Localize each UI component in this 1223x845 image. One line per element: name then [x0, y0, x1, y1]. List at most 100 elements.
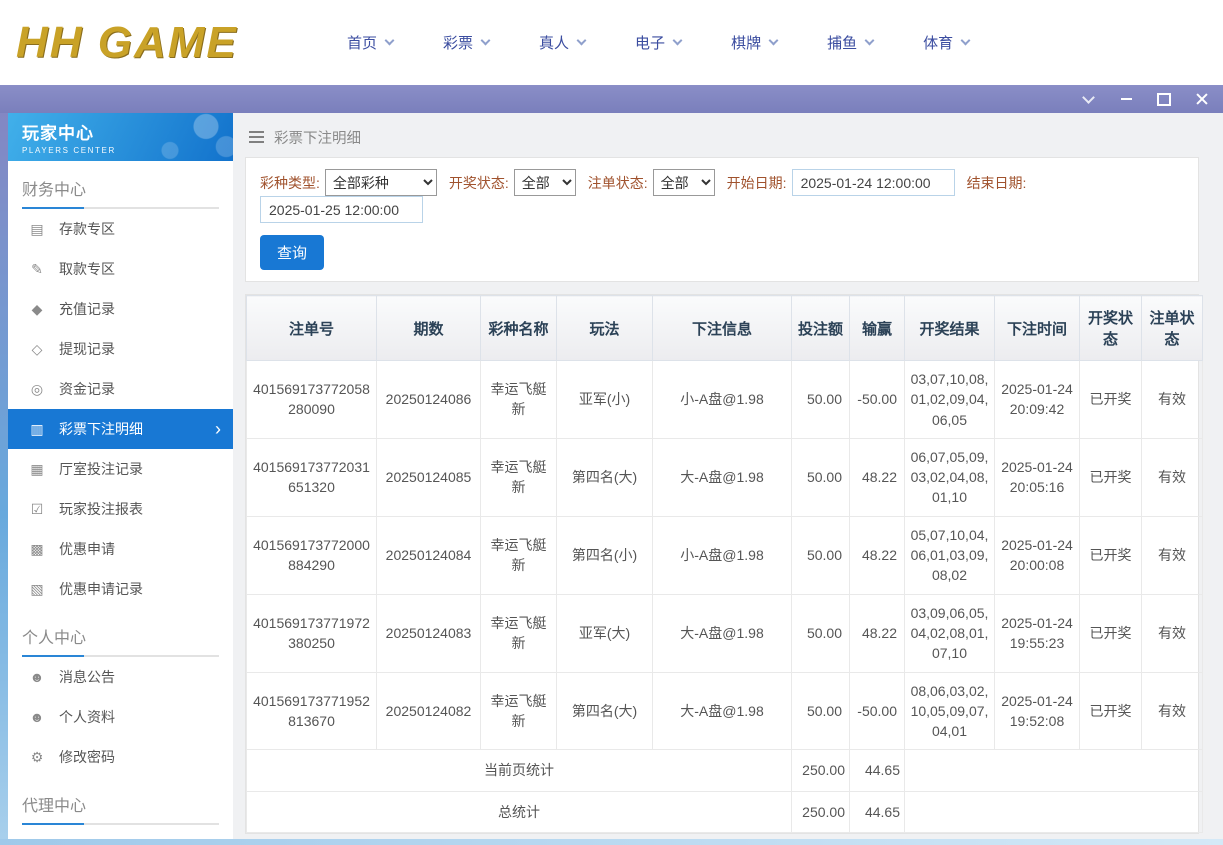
table-cell: 亚军(小) — [556, 360, 653, 439]
bet-details-table: 注单号 期数 彩种名称 玩法 下注信息 投注额 输赢 开奖结果 下注时间 开奖状态 注单状态 401… — [246, 295, 1203, 834]
bet-status-select[interactable]: 全部 — [652, 169, 715, 196]
main-content: 彩票下注明细 彩种类型: 全部彩种 开奖状态: 全部 注单状态: 全部 开始日期… — [233, 113, 1223, 845]
nav-item-label: 首页 — [347, 35, 378, 52]
window-close-icon[interactable] — [1195, 92, 1209, 106]
table-cell: 48.22 — [849, 593, 905, 673]
nav-item-slots[interactable]: 电子 — [635, 32, 683, 53]
summary-empty — [904, 749, 1203, 792]
table-cell: 幸运飞艇新 — [480, 515, 557, 595]
end-date-input[interactable] — [260, 196, 423, 223]
sidebar-item-withdraw-zone[interactable]: ✎ 取款专区 — [8, 249, 233, 289]
sidebar-item-deposit-zone[interactable]: ▤ 存款专区 — [8, 209, 233, 249]
sidebar-item-hall-bet-records[interactable]: ▦ 厅室投注记录 — [8, 449, 233, 489]
sidebar-section-title: 财务中心 — [8, 161, 233, 209]
top-navigation-bar: HH GAME 首页 彩票 真人 电子 棋牌 捕鱼 体育 — [0, 0, 1223, 85]
table-cell: 小-A盘@1.98 — [652, 360, 792, 439]
chevron-right-icon: › — [215, 419, 221, 439]
sidebar-item-profile[interactable]: ☻ 个人资料 — [8, 697, 233, 737]
nav-item-label: 捕鱼 — [827, 35, 858, 52]
table-cell: 2025-01-24 20:09:42 — [994, 360, 1080, 439]
start-date-input[interactable] — [791, 169, 955, 196]
table-cell: 幸运飞艇新 — [480, 360, 557, 439]
table-cell: 20250124083 — [376, 593, 481, 673]
table-cell: 第四名(大) — [556, 437, 653, 517]
column-header: 彩种名称 — [480, 295, 557, 361]
chevron-down-icon — [960, 35, 971, 46]
table-row: 401569173772031651320 20250124085 幸运飞艇新 第四名… — [246, 437, 1203, 517]
table-row: 401569173772000884290 20250124084 幸运飞艇新 第四名… — [246, 515, 1203, 595]
nav-item-fishing[interactable]: 捕鱼 — [827, 32, 875, 53]
column-header: 玩法 — [556, 295, 653, 361]
table-cell: 20250124084 — [376, 515, 481, 595]
sidebar-item-change-password[interactable]: ⚙ 修改密码 — [8, 737, 233, 777]
window-body: 玩家中心 PLAYERS CENTER 财务中心 ▤ 存款专区 ✎ 取款专区 ◆ 充值记录 ◇… — [0, 113, 1223, 845]
draw-status-select[interactable]: 全部 — [513, 169, 576, 196]
sidebar-item-promo-application-records[interactable]: ▧ 优惠申请记录 — [8, 569, 233, 609]
lottery-type-select[interactable]: 全部彩种 — [324, 169, 437, 196]
column-header: 注单号 — [246, 295, 377, 361]
sidebar-item-label: 厅室投注记录 — [59, 461, 143, 477]
column-header: 开奖结果 — [904, 295, 995, 361]
summary-label: 当前页统计 — [246, 749, 792, 792]
profile-icon: ☻ — [29, 709, 45, 725]
table-cell: 03,09,06,05,04,02,08,01,07,10 — [904, 593, 995, 673]
table-cell: 20250124085 — [376, 437, 481, 517]
filter-panel: 彩种类型: 全部彩种 开奖状态: 全部 注单状态: 全部 开始日期: 结束日期:… — [245, 157, 1199, 282]
summary-label: 总统计 — [246, 790, 792, 834]
sidebar-item-label: 个人资料 — [59, 709, 115, 725]
breadcrumb: 彩票下注明细 — [245, 121, 1199, 153]
window-dropdown-chevron-icon[interactable] — [1081, 92, 1095, 106]
nav-item-live-casino[interactable]: 真人 — [539, 32, 587, 53]
search-button[interactable]: 查询 — [260, 235, 325, 270]
app-window: HH GAME 首页 彩票 真人 电子 棋牌 捕鱼 体育 玩家中心 PLAYERS CENT… — [0, 0, 1223, 845]
promo-apply-icon: ▩ — [30, 540, 44, 557]
sidebar-item-recharge-records[interactable]: ◆ 充值记录 — [8, 289, 233, 329]
menu-icon[interactable] — [249, 131, 264, 143]
sidebar-section-title: 代理中心 — [8, 777, 233, 825]
start-date-label: 开始日期: — [726, 174, 787, 191]
table-cell: 第四名(小) — [556, 515, 653, 595]
sidebar-item-withdrawal-records[interactable]: ◇ 提现记录 — [8, 329, 233, 369]
table-cell: 亚军(大) — [556, 593, 653, 673]
sidebar-item-player-bet-report[interactable]: ☑ 玩家投注报表 — [8, 489, 233, 529]
table-cell: 48.22 — [849, 437, 905, 517]
nav-item-sports[interactable]: 体育 — [923, 32, 971, 53]
brand-logo[interactable]: HH GAME — [16, 18, 301, 68]
table-cell: 2025-01-24 20:05:16 — [994, 437, 1080, 517]
column-header: 下注时间 — [994, 295, 1080, 361]
change-password-icon: ⚙ — [30, 748, 44, 765]
table-cell: 大-A盘@1.98 — [652, 437, 792, 517]
main-nav: 首页 彩票 真人 电子 棋牌 捕鱼 体育 — [347, 32, 971, 53]
table-row: 401569173772058280090 20250124086 幸运飞艇新 亚军(… — [246, 360, 1203, 439]
table-cell: 03,07,10,08,01,02,09,04,06,05 — [904, 360, 995, 439]
sidebar-item-announcements[interactable]: ☻ 消息公告 — [8, 657, 233, 697]
table-cell: 20250124082 — [376, 671, 481, 751]
table-cell: 2025-01-24 20:00:08 — [994, 515, 1080, 595]
summary-row: 总统计 250.00 44.65 — [246, 790, 1203, 834]
nav-item-board-games[interactable]: 棋牌 — [731, 32, 779, 53]
hall-bet-record-icon: ▦ — [30, 460, 44, 477]
sidebar-item-funds-records[interactable]: ◎ 资金记录 — [8, 369, 233, 409]
window-minimize-icon[interactable] — [1119, 92, 1133, 106]
summary-bet-total: 250.00 — [791, 790, 850, 834]
column-header: 下注信息 — [652, 295, 792, 361]
nav-item-label: 真人 — [539, 35, 570, 52]
table-cell: 已开奖 — [1079, 515, 1142, 595]
sidebar-item-promo-application[interactable]: ▩ 优惠申请 — [8, 529, 233, 569]
table-cell: 有效 — [1141, 671, 1203, 751]
sidebar-item-lottery-bet-details[interactable]: ▥ 彩票下注明细 › — [8, 409, 233, 449]
nav-item-label: 电子 — [635, 35, 666, 52]
window-maximize-icon[interactable] — [1157, 92, 1171, 106]
table-cell: 已开奖 — [1079, 437, 1142, 517]
summary-win-total: 44.65 — [849, 790, 905, 834]
summary-row: 当前页统计 250.00 44.65 — [246, 749, 1203, 792]
column-header: 期数 — [376, 295, 481, 361]
table-cell: 401569173772058280090 — [246, 360, 377, 439]
nav-item-lottery[interactable]: 彩票 — [443, 32, 491, 53]
table-cell: 幸运飞艇新 — [480, 671, 557, 751]
table-cell: 第四名(大) — [556, 671, 653, 751]
chevron-down-icon — [384, 35, 395, 46]
nav-item-home[interactable]: 首页 — [347, 32, 395, 53]
table-cell: 大-A盘@1.98 — [652, 671, 792, 751]
table-cell: 已开奖 — [1079, 671, 1142, 751]
